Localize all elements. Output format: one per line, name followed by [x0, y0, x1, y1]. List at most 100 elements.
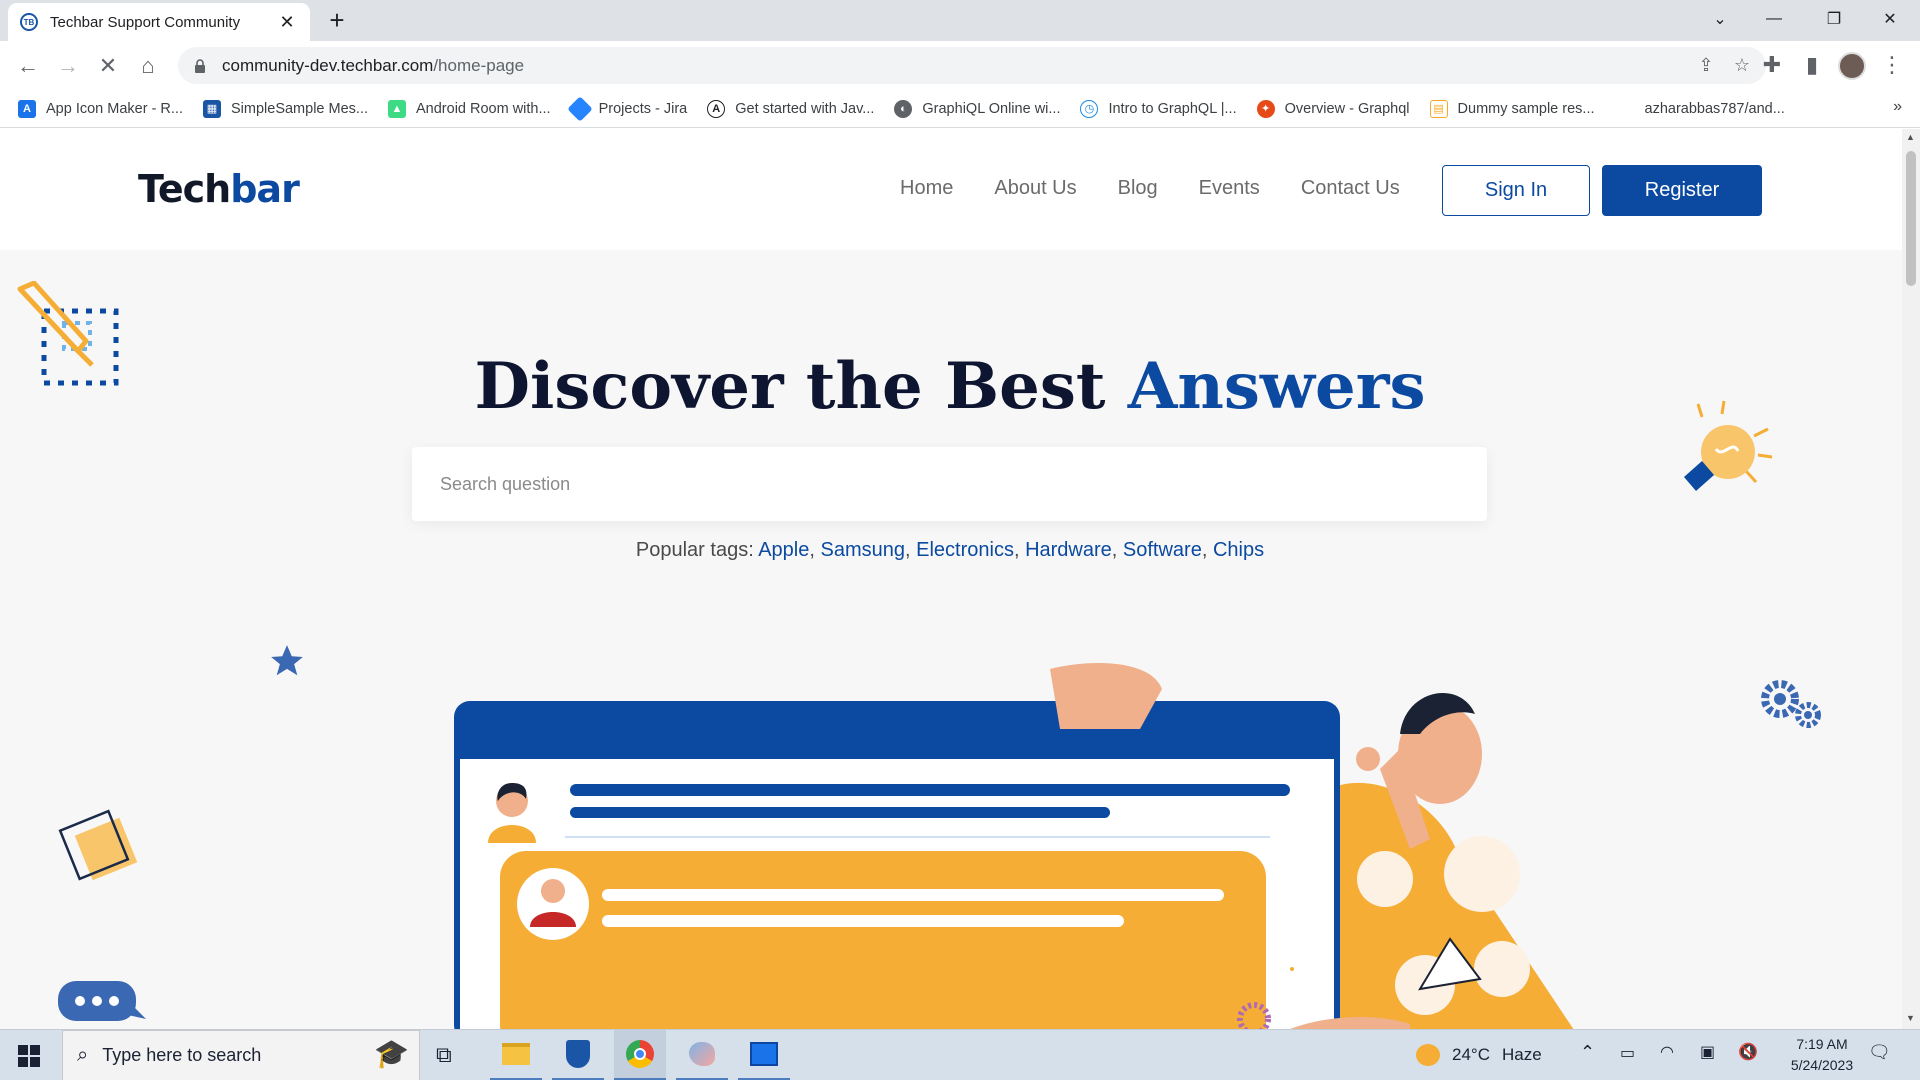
search-question-input[interactable] — [440, 473, 1487, 495]
windows-taskbar: ⌕ Type here to search 🎓 ⧉ 24°C Haze ⌃ ▭ … — [0, 1029, 1920, 1080]
hero-title-accent: Answers — [1127, 349, 1426, 424]
scrollbar-thumb[interactable] — [1906, 151, 1916, 286]
tag-chips[interactable]: Chips — [1213, 539, 1264, 561]
tab-search-icon[interactable]: ⌄ — [1692, 0, 1748, 38]
tab-title: Techbar Support Community — [50, 13, 241, 31]
restore-window-button[interactable]: ❐ — [1806, 0, 1862, 38]
more-bookmarks-icon[interactable]: » — [1893, 98, 1902, 116]
tab-favicon-icon: TB — [20, 13, 38, 31]
sign-in-button[interactable]: Sign In — [1442, 165, 1590, 216]
bookmark-item[interactable]: ▲ Android Room with... — [388, 99, 551, 118]
bookmark-item[interactable]: A App Icon Maker - R... — [18, 99, 183, 118]
bookmark-star-icon[interactable]: ☆ — [1728, 51, 1756, 79]
home-button[interactable]: ⌂ — [132, 50, 164, 82]
address-bar[interactable]: community-dev.techbar.com/home-page ⇪ ☆ — [178, 47, 1766, 84]
bookmark-item[interactable]: ▦ SimpleSample Mes... — [203, 99, 368, 118]
bookmark-item[interactable]: ✦ Overview - Graphql — [1256, 99, 1410, 118]
profile-avatar[interactable] — [1838, 52, 1866, 80]
tag-samsung[interactable]: Samsung — [821, 539, 906, 561]
bookmark-item[interactable]: azharabbas787/and... — [1645, 101, 1785, 117]
browser-tab-strip: TB Techbar Support Community ✕ + ⌄ — ❐ ✕ — [0, 0, 1920, 41]
taskbar-search-box[interactable]: ⌕ Type here to search 🎓 — [62, 1030, 420, 1080]
notifications-icon[interactable]: 🗨 — [1868, 1042, 1891, 1063]
browser-toolbar: ← → ✕ ⌂ community-dev.techbar.com/home-p… — [0, 41, 1920, 90]
techbar-logo[interactable]: Techbar — [138, 167, 300, 211]
bookmark-label: Projects - Jira — [598, 100, 688, 117]
close-tab-icon[interactable]: ✕ — [276, 12, 298, 33]
bookmark-item[interactable]: ◐ GraphiQL Online wi... — [894, 99, 1061, 118]
search-box — [412, 447, 1487, 521]
bookmark-item[interactable]: Projects - Jira — [566, 95, 688, 122]
taskbar-clock[interactable]: 7:19 AM 5/24/2023 — [1782, 1034, 1862, 1076]
share-icon[interactable]: ⇪ — [1692, 51, 1720, 79]
nav-blog[interactable]: Blog — [1118, 177, 1158, 200]
taskbar-search-placeholder: Type here to search — [102, 1045, 262, 1065]
tag-hardware[interactable]: Hardware — [1025, 539, 1112, 561]
nav-contact-us[interactable]: Contact Us — [1301, 177, 1400, 200]
back-button[interactable]: ← — [12, 50, 44, 82]
weather-widget[interactable]: 24°C Haze — [1416, 1044, 1542, 1066]
hero-illustration — [454, 663, 1574, 1029]
file-explorer-icon[interactable] — [490, 1030, 542, 1080]
squares-icon — [58, 809, 138, 881]
jira-icon — [566, 95, 593, 122]
scroll-down-arrow-icon[interactable]: ▼ — [1906, 1013, 1915, 1023]
bookmark-item[interactable]: ◷ Intro to GraphQL |... — [1080, 99, 1237, 118]
battery-icon[interactable]: ▭ — [1620, 1043, 1635, 1063]
stop-loading-button[interactable]: ✕ — [92, 50, 124, 82]
url-path: /home-page — [433, 55, 525, 75]
close-window-button[interactable]: ✕ — [1862, 0, 1918, 38]
url-host: community-dev.techbar.com — [222, 55, 434, 75]
bookmark-item[interactable]: A Get started with Jav... — [707, 99, 874, 118]
app-icon-maker-icon: A — [18, 99, 36, 118]
bookmark-label: Overview - Graphql — [1284, 100, 1410, 117]
page-scrollbar[interactable]: ▲ ▼ — [1902, 129, 1920, 1029]
extensions-puzzle-icon[interactable]: ✚ — [1756, 49, 1788, 81]
wifi-icon[interactable]: ◠ — [1660, 1042, 1674, 1062]
volume-muted-icon[interactable]: 🔇 — [1738, 1042, 1758, 1062]
bookmark-label: Android Room with... — [416, 100, 551, 117]
task-view-icon[interactable]: ⧉ — [436, 1042, 452, 1068]
angular-icon: A — [707, 99, 726, 118]
search-icon: ⌕ — [77, 1044, 89, 1066]
security-shield-icon[interactable] — [552, 1030, 604, 1080]
scroll-up-arrow-icon[interactable]: ▲ — [1906, 132, 1915, 142]
paint-icon[interactable] — [676, 1030, 728, 1080]
new-tab-button[interactable]: + — [322, 6, 352, 36]
forward-button[interactable]: → — [52, 50, 84, 82]
clock-date: 5/24/2023 — [1790, 1057, 1854, 1073]
side-panel-icon[interactable]: ▮ — [1796, 49, 1828, 81]
document-icon: ▤ — [1429, 99, 1448, 118]
bookmark-label: App Icon Maker - R... — [46, 100, 183, 117]
windows-start-icon[interactable] — [18, 1045, 40, 1067]
nav-home[interactable]: Home — [900, 177, 953, 200]
weather-temp: 24°C — [1452, 1045, 1490, 1064]
flame-icon: ✦ — [1256, 99, 1275, 118]
tag-software[interactable]: Software — [1123, 539, 1202, 561]
android-icon: ▲ — [388, 99, 406, 118]
browser-tab[interactable]: TB Techbar Support Community ✕ — [8, 3, 310, 41]
chrome-icon[interactable] — [614, 1030, 666, 1080]
bookmark-label: GraphiQL Online wi... — [922, 100, 1061, 117]
tag-apple[interactable]: Apple — [758, 539, 809, 561]
browser-menu-icon[interactable]: ⋮ — [1876, 49, 1908, 81]
alarm-icon: ◷ — [1080, 99, 1099, 118]
meet-now-icon[interactable]: ▣ — [1700, 1042, 1715, 1062]
nav-events[interactable]: Events — [1199, 177, 1260, 200]
bookmark-item[interactable]: ▤ Dummy sample res... — [1429, 99, 1595, 118]
hero-title-text: Discover the Best — [474, 349, 1128, 424]
gears-icon — [1761, 680, 1821, 728]
lock-icon — [195, 58, 205, 73]
nav-about-us[interactable]: About Us — [994, 177, 1076, 200]
chevron-up-icon[interactable]: ⌃ — [1580, 1042, 1595, 1063]
graduation-cap-icon: 🎓 — [374, 1038, 409, 1069]
photos-icon[interactable] — [738, 1030, 790, 1080]
minimize-window-button[interactable]: — — [1746, 0, 1802, 38]
globe-icon: ◐ — [894, 99, 913, 118]
tag-electronics[interactable]: Electronics — [916, 539, 1014, 561]
chat-bubble-icon — [58, 981, 146, 1021]
register-button[interactable]: Register — [1602, 165, 1762, 216]
main-nav: Home About Us Blog Events Contact Us — [900, 177, 1400, 200]
bookmarks-bar: A App Icon Maker - R... ▦ SimpleSample Mes… — [0, 90, 1920, 128]
logo-text-blue: bar — [230, 167, 300, 211]
